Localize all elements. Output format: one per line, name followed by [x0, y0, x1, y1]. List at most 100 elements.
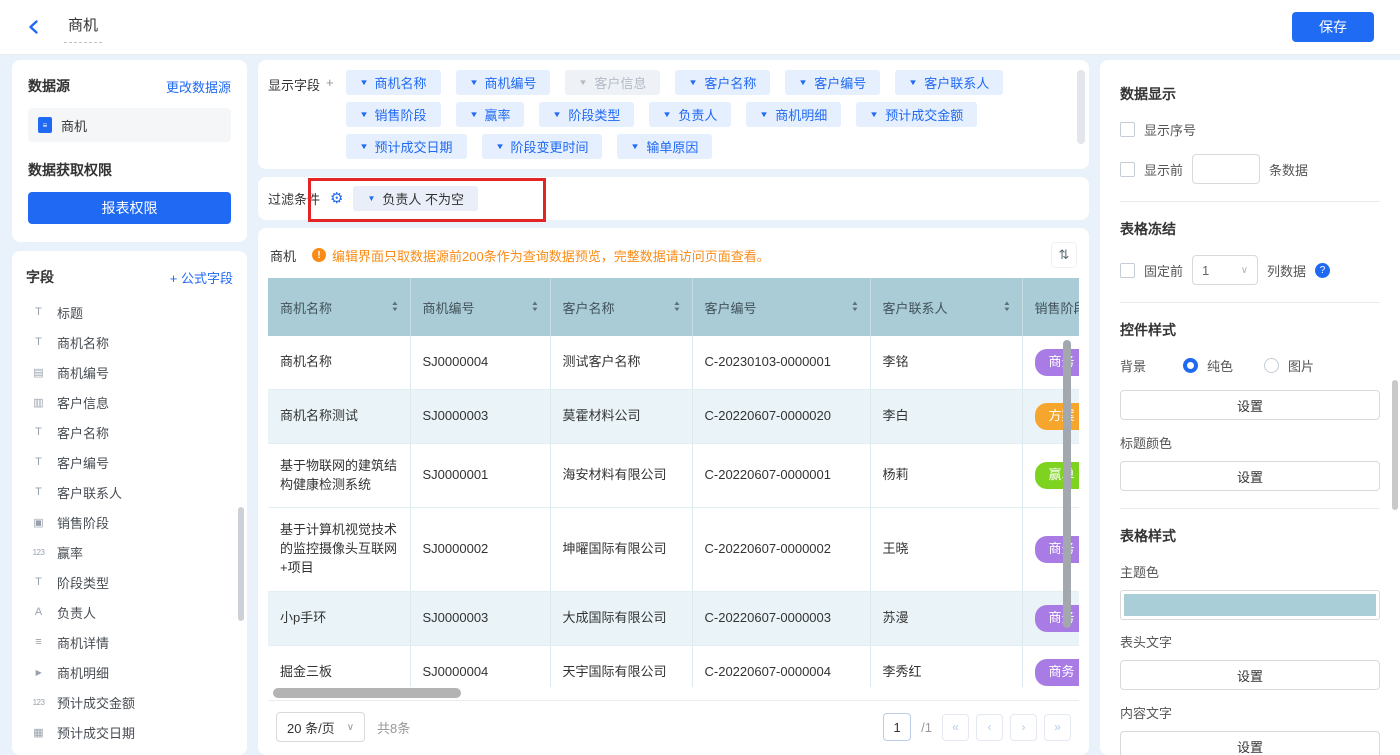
display-field-chip[interactable]: ▼ 负责人	[649, 102, 731, 127]
table-column-header[interactable]: 商机名称 ▲▼	[268, 278, 410, 336]
field-item[interactable]: T 客户名称	[26, 417, 233, 447]
datasource-item[interactable]: ≡ 商机	[28, 108, 231, 142]
cell-opportunity-name: 小p手环	[268, 591, 410, 645]
table-row[interactable]: 基于计算机视觉技术的监控摄像头互联网+项目 SJ0000002 坤曜国际有限公司…	[268, 508, 1079, 592]
display-field-chip[interactable]: ▼ 预计成交金额	[856, 102, 977, 127]
display-field-chip[interactable]: ▼ 客户联系人	[895, 70, 1003, 95]
report-permission-button[interactable]: 报表权限	[28, 192, 231, 224]
stage-badge: 商务	[1035, 349, 1080, 376]
field-type-icon: T	[30, 486, 47, 498]
display-field-chip[interactable]: ▼ 销售阶段	[346, 102, 441, 127]
display-field-chip[interactable]: ▼ 阶段变更时间	[482, 134, 603, 159]
theme-color-swatch	[1124, 594, 1376, 616]
show-index-checkbox[interactable]	[1120, 122, 1135, 137]
add-display-field-button[interactable]: +	[326, 75, 334, 159]
table-row[interactable]: 掘金三板 SJ0000004 天宇国际有限公司 C-20220607-00000…	[268, 645, 1079, 687]
header-text-set-button[interactable]: 设置	[1120, 660, 1380, 690]
display-field-chip[interactable]: ▼ 客户信息	[565, 70, 660, 95]
chevron-down-icon: ▼	[689, 78, 699, 87]
chevron-down-icon: ▼	[909, 78, 919, 87]
sort-icon[interactable]: ▲▼	[1004, 302, 1010, 313]
current-page-input[interactable]: 1	[883, 713, 911, 741]
field-item[interactable]: T 标题	[26, 297, 233, 327]
table-vertical-scrollbar[interactable]	[1063, 340, 1071, 628]
field-item-label: 商机编号	[57, 363, 109, 382]
display-field-chip[interactable]: ▼ 输单原因	[617, 134, 712, 159]
row-count-input[interactable]	[1192, 154, 1260, 184]
display-field-chip[interactable]: ▼ 商机明细	[746, 102, 841, 127]
display-field-chip[interactable]: ▼ 阶段类型	[539, 102, 634, 127]
table-row[interactable]: 商机名称 SJ0000004 测试客户名称 C-20230103-0000001…	[268, 336, 1079, 389]
display-field-chip[interactable]: ▼ 客户编号	[785, 70, 880, 95]
table-column-header[interactable]: 客户名称 ▲▼	[550, 278, 692, 336]
hscrollbar-thumb[interactable]	[273, 688, 461, 698]
display-fields-label: 显示字段	[268, 75, 320, 159]
cell-opportunity-code: SJ0000003	[410, 591, 550, 645]
chip-label: 预计成交日期	[375, 137, 453, 156]
field-item[interactable]: T 客户编号	[26, 447, 233, 477]
table-row[interactable]: 基于物联网的建筑结构健康检测系统 SJ0000001 海安材料有限公司 C-20…	[268, 443, 1079, 508]
display-field-chip[interactable]: ▼ 商机编号	[456, 70, 551, 95]
field-item[interactable]: ▣ 销售阶段	[26, 507, 233, 537]
display-fields-scrollbar[interactable]	[1077, 70, 1085, 144]
filter-condition-chip[interactable]: ▼ 负责人 不为空	[353, 186, 478, 211]
image-radio[interactable]	[1264, 358, 1279, 373]
sort-order-icon[interactable]: ⇅	[1051, 242, 1077, 268]
field-item[interactable]: ▦ 预计成交日期	[26, 717, 233, 747]
display-field-chip[interactable]: ▼ 预计成交日期	[346, 134, 467, 159]
report-builder-app: 商机 保存 数据源 更改数据源 ≡ 商机 数据获取权限 报表权限 字段	[0, 0, 1400, 755]
sort-icon[interactable]: ▲▼	[532, 302, 538, 313]
last-page-button[interactable]: »	[1044, 714, 1071, 741]
field-item[interactable]: 123 赢率	[26, 537, 233, 567]
back-icon[interactable]	[26, 18, 44, 36]
chip-label: 阶段类型	[568, 105, 620, 124]
table-row[interactable]: 小p手环 SJ0000003 大成国际有限公司 C-20220607-00000…	[268, 591, 1079, 645]
field-type-icon: ▥	[30, 396, 47, 409]
prev-page-button[interactable]: ‹	[976, 714, 1003, 741]
freeze-checkbox[interactable]	[1120, 263, 1135, 278]
page-title[interactable]: 商机	[64, 12, 102, 43]
theme-color-picker[interactable]	[1120, 590, 1380, 620]
first-page-button[interactable]: «	[942, 714, 969, 741]
field-item[interactable]: T 商机名称	[26, 327, 233, 357]
chevron-down-icon: ▼	[760, 110, 770, 119]
show-first-checkbox[interactable]	[1120, 162, 1135, 177]
title-color-set-button[interactable]: 设置	[1120, 461, 1380, 491]
settings-scrollbar[interactable]	[1392, 380, 1398, 510]
freeze-column-select[interactable]: 1 ∨	[1192, 255, 1258, 285]
sort-icon[interactable]: ▲▼	[392, 302, 398, 313]
page-size-select[interactable]: 20 条/页 ∨	[276, 712, 365, 742]
field-type-icon: ▣	[30, 516, 47, 529]
cell-opportunity-code: SJ0000001	[410, 443, 550, 508]
sort-icon[interactable]: ▲▼	[674, 302, 680, 313]
fields-scrollbar[interactable]	[238, 507, 244, 621]
field-item[interactable]: A 负责人	[26, 597, 233, 627]
table-row[interactable]: 商机名称测试 SJ0000003 莫霍材料公司 C-20220607-00000…	[268, 389, 1079, 443]
field-item[interactable]: ▶ 商机明细	[26, 657, 233, 687]
display-field-chip[interactable]: ▼ 客户名称	[675, 70, 770, 95]
save-button[interactable]: 保存	[1292, 12, 1374, 42]
table-column-header[interactable]: 商机编号 ▲▼	[410, 278, 550, 336]
column-label: 客户联系人	[883, 298, 948, 317]
next-page-button[interactable]: ›	[1010, 714, 1037, 741]
display-field-chip[interactable]: ▼ 商机名称	[346, 70, 441, 95]
gear-icon[interactable]: ⚙	[330, 191, 343, 206]
change-datasource-link[interactable]: 更改数据源	[166, 77, 231, 96]
field-item[interactable]: T 客户联系人	[26, 477, 233, 507]
background-set-button[interactable]: 设置	[1120, 390, 1380, 420]
datasource-item-label: 商机	[61, 116, 87, 135]
table-column-header[interactable]: 客户编号 ▲▼	[692, 278, 870, 336]
table-column-header[interactable]: 销售阶段 ▲▼	[1022, 278, 1079, 336]
field-item[interactable]: 123 预计成交金额	[26, 687, 233, 717]
field-item[interactable]: ▤ 商机编号	[26, 357, 233, 387]
field-item[interactable]: T 阶段类型	[26, 567, 233, 597]
field-item[interactable]: ≡ 商机详情	[26, 627, 233, 657]
display-field-chip[interactable]: ▼ 赢率	[456, 102, 525, 127]
field-item[interactable]: ▥ 客户信息	[26, 387, 233, 417]
add-formula-field-link[interactable]: + 公式字段	[170, 268, 233, 287]
solid-color-radio[interactable]	[1183, 358, 1198, 373]
sort-icon[interactable]: ▲▼	[852, 302, 858, 313]
help-icon[interactable]: ?	[1315, 263, 1330, 278]
table-column-header[interactable]: 客户联系人 ▲▼	[870, 278, 1022, 336]
content-text-set-button[interactable]: 设置	[1120, 731, 1380, 755]
